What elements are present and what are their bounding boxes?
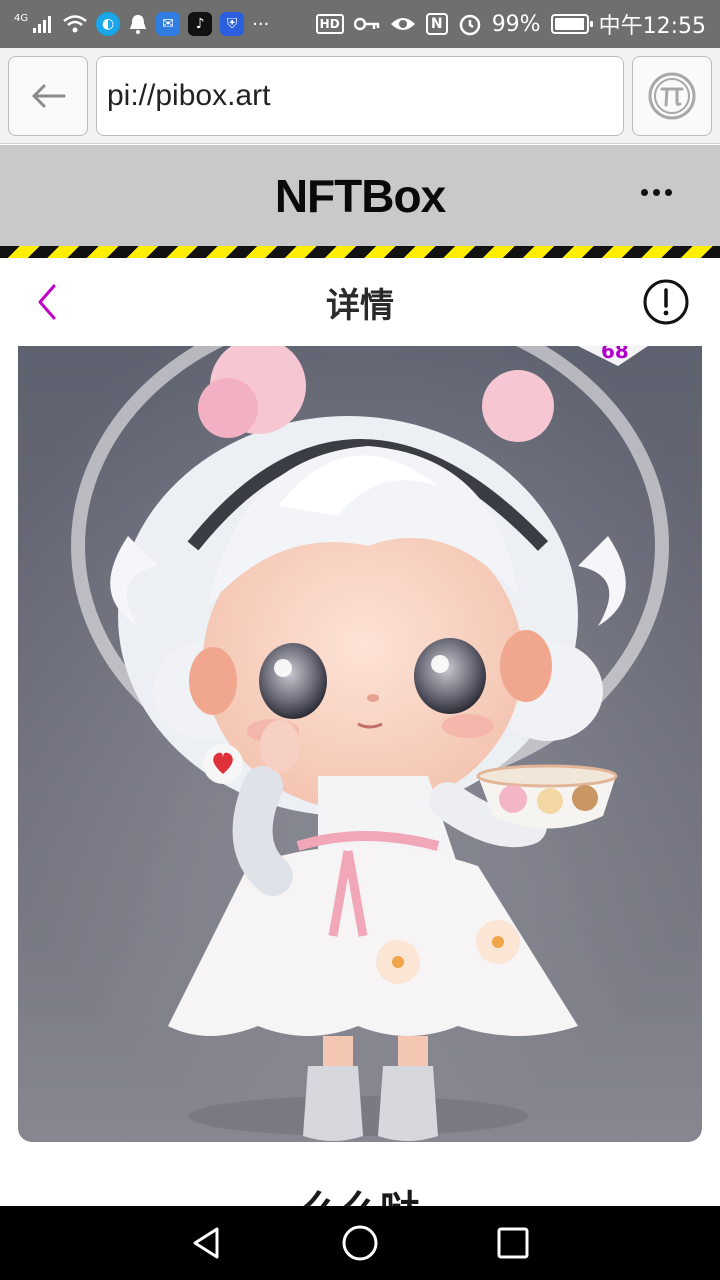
nav-home-circle-icon[interactable] xyxy=(340,1223,380,1263)
bell-icon xyxy=(130,15,147,34)
status-left: 4G ◐ ✉ ♪ ⛨ ··· xyxy=(14,12,269,36)
browser-url-bar: pi://pibox.art xyxy=(0,48,720,144)
browser-back-button[interactable] xyxy=(8,56,88,136)
nft-name: 么么哒 xyxy=(0,1178,720,1206)
more-options-icon[interactable] xyxy=(641,189,672,196)
wifi-icon xyxy=(63,15,87,33)
detail-page: 详情 68 xyxy=(0,258,720,1206)
info-icon[interactable] xyxy=(642,278,690,326)
nav-back-triangle-icon[interactable] xyxy=(187,1223,227,1263)
battery-percent: 99% xyxy=(491,11,541,37)
nfc-icon: N xyxy=(425,13,448,35)
swirl-app-icon: ◐ xyxy=(96,12,121,36)
nft-artwork-image[interactable]: 68 xyxy=(18,346,702,1142)
battery-icon xyxy=(550,14,593,34)
pi-wallet-button[interactable] xyxy=(632,56,712,136)
detail-nav-row: 详情 xyxy=(0,258,720,346)
page-title: 详情 xyxy=(326,286,394,326)
url-input[interactable]: pi://pibox.art xyxy=(96,56,624,136)
alarm-icon xyxy=(459,14,480,36)
chibi-girl-illustration: 68 xyxy=(18,346,702,1142)
image-corner-number: 68 xyxy=(601,346,629,363)
more-notifications-icon: ··· xyxy=(252,13,270,35)
network-type: 4G xyxy=(14,13,29,24)
app-header: NFTBox xyxy=(0,145,720,246)
system-navigation-bar xyxy=(0,1206,720,1280)
tiktok-icon: ♪ xyxy=(188,12,213,36)
signal-icon xyxy=(33,16,52,33)
eye-icon xyxy=(390,18,415,30)
hd-badge: HD xyxy=(315,14,344,34)
battery-fill xyxy=(554,18,585,30)
status-right: HD N 99% 中午12:55 xyxy=(315,8,706,40)
key-icon xyxy=(353,17,379,31)
nav-recents-square-icon[interactable] xyxy=(493,1223,533,1263)
shield-app-icon: ⛨ xyxy=(220,12,245,36)
clock: 中午12:55 xyxy=(598,14,706,39)
pi-logo-icon xyxy=(648,72,696,120)
arrow-left-icon xyxy=(32,84,66,108)
app-title: NFTBox xyxy=(274,169,446,222)
hazard-stripe-divider xyxy=(0,246,720,258)
status-bar: 4G ◐ ✉ ♪ ⛨ ··· HD N 99% 中午12:55 xyxy=(0,0,720,48)
mail-app-icon: ✉ xyxy=(156,12,181,36)
